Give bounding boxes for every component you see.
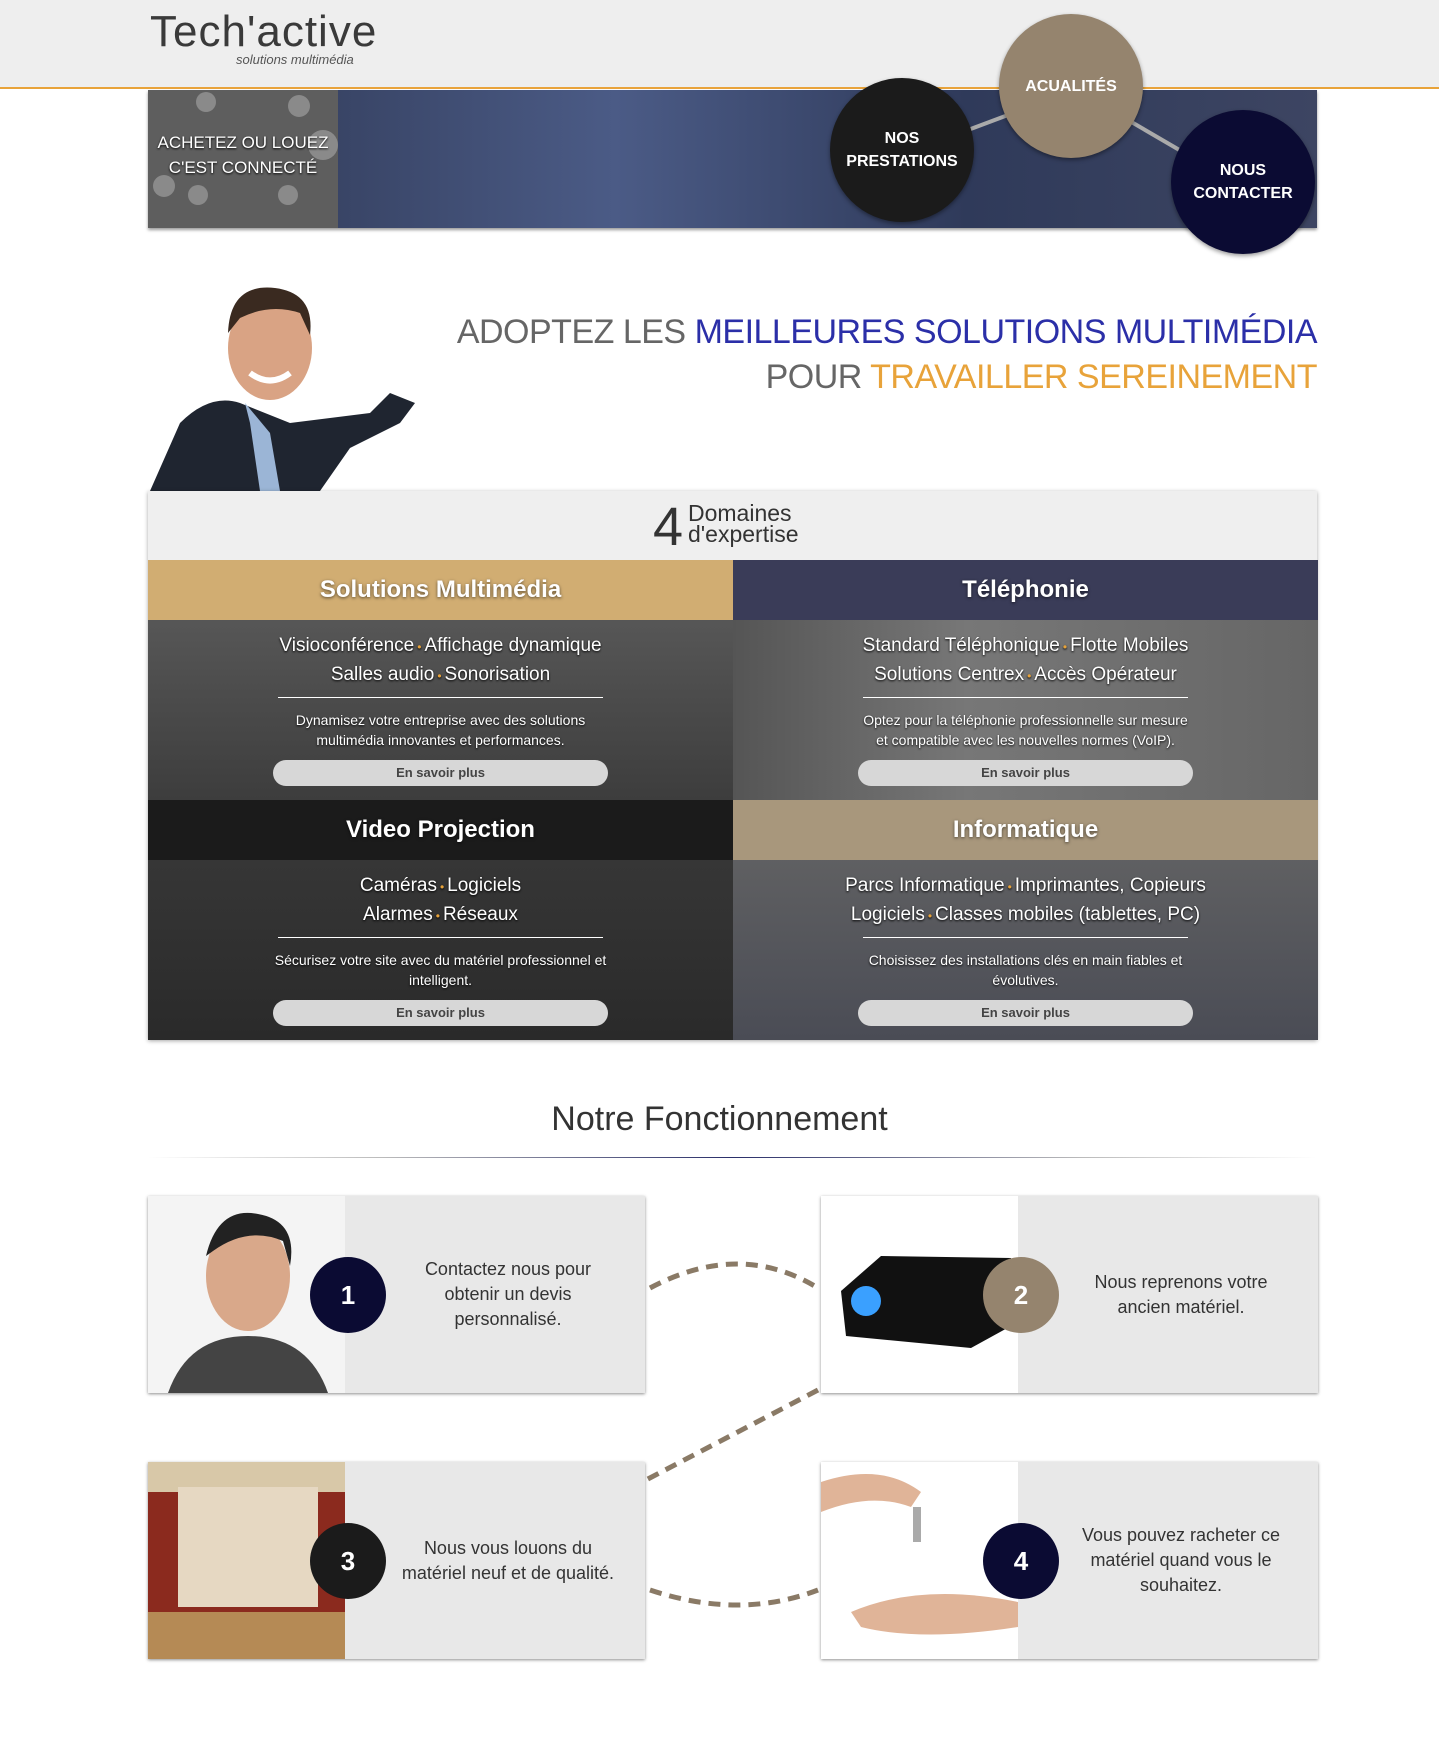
tile-telephonie: Téléphonie Standard Téléphonique • Flotte … <box>733 560 1318 800</box>
logo[interactable]: Tech'active solutions multimédia <box>150 8 380 72</box>
domains-header: 4 Domaines d'expertise <box>148 491 1317 560</box>
nav-connector-lines <box>967 98 1190 157</box>
step-number: 1 <box>310 1257 386 1333</box>
headline-line-2: POUR TRAVAILLER SEREINEMENT <box>765 358 1318 396</box>
en-savoir-plus-button[interactable]: En savoir plus <box>273 760 608 786</box>
step-card-4: 4 Vous pouvez racheter ce matériel quand… <box>821 1462 1318 1659</box>
tile-video-projection: Video Projection Caméras • Logiciels Alarme… <box>148 800 733 1040</box>
divider <box>148 1157 1317 1158</box>
step-number: 3 <box>310 1523 386 1599</box>
hero-banner: ACHETEZ OU LOUEZ C'EST CONNECTÉ <box>148 90 1317 228</box>
nav-actualites[interactable]: ACUALITÉS <box>999 14 1143 158</box>
en-savoir-plus-button[interactable]: En savoir plus <box>273 1000 608 1026</box>
en-savoir-plus-button[interactable]: En savoir plus <box>858 760 1193 786</box>
headline-line-1: ADOPTEZ LES MEILLEURES SOLUTIONS MULTIMÉ… <box>456 313 1318 351</box>
nav-nos-prestations[interactable]: NOS PRESTATIONS <box>830 78 974 222</box>
en-savoir-plus-button[interactable]: En savoir plus <box>858 1000 1193 1026</box>
tile-informatique: Informatique Parcs Informatique • Impriman… <box>733 800 1318 1040</box>
nav-nous-contacter[interactable]: NOUS CONTACTER <box>1171 110 1315 254</box>
step-card-1: 1 Contactez nous pour obtenir un devis p… <box>148 1196 645 1393</box>
site-header: Tech'active solutions multimédia <box>0 0 1439 89</box>
tile-solutions-multimedia: Solutions Multimédia Visioconférence • Aff… <box>148 560 733 800</box>
step-card-3: 3 Nous vous louons du matériel neuf et d… <box>148 1462 645 1659</box>
businessman-image <box>150 287 415 491</box>
domains-section: 4 Domaines d'expertise Solutions Multiméd… <box>148 491 1318 1040</box>
step-number: 2 <box>983 1257 1059 1333</box>
step-number: 4 <box>983 1523 1059 1599</box>
section-title: Notre Fonctionnement <box>551 1100 888 1138</box>
step-card-2: 2 Nous reprenons votre ancien matériel. <box>821 1196 1318 1393</box>
